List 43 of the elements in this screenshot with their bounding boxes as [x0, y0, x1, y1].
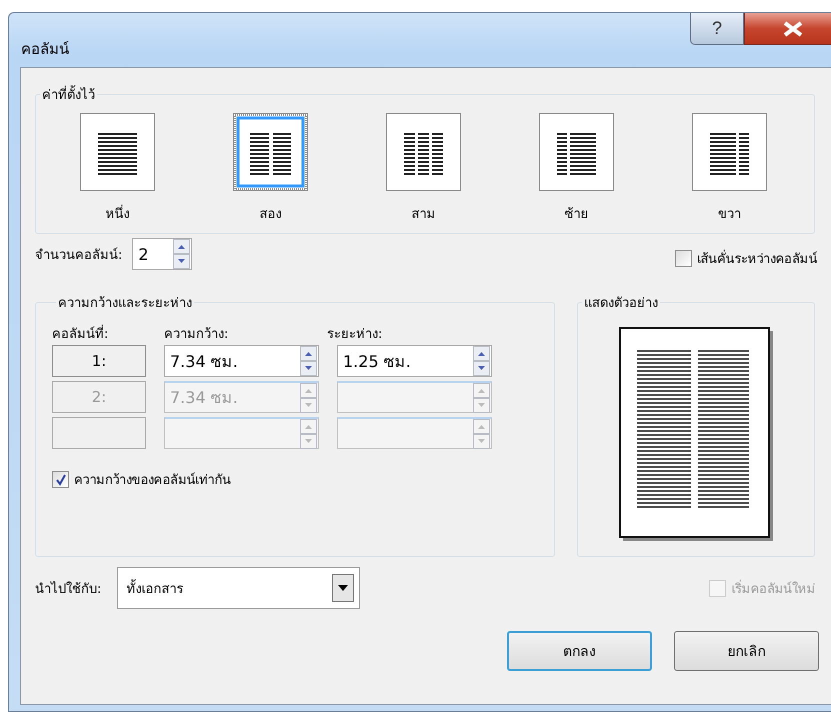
help-button[interactable]: ?: [690, 13, 744, 45]
preset-option[interactable]: สาม: [386, 113, 461, 224]
window-title: คอลัมน์: [21, 39, 69, 60]
equal-width-checkbox[interactable]: ความกว้างของคอลัมน์เท่ากัน: [52, 469, 554, 490]
spacing-spin-field[interactable]: 1.25 ซม.: [337, 345, 492, 377]
apply-to-dropdown[interactable]: ทั้งเอกสาร: [117, 567, 360, 609]
preset-label: สาม: [412, 206, 436, 224]
preset-label: ซ้าย: [564, 206, 588, 224]
preset-label: ขวา: [718, 206, 741, 224]
column-layout-icon: [386, 113, 461, 191]
width-spin-field[interactable]: 7.34 ซม.: [164, 345, 319, 377]
close-button[interactable]: [744, 13, 831, 45]
dialog-button[interactable]: ตกลง: [507, 631, 652, 671]
column-header: คอลัมน์ที่:: [52, 323, 164, 345]
field-label: จำนวนคอลัมน์:: [35, 246, 122, 264]
spinner-icon[interactable]: [300, 346, 317, 376]
preset-label: สอง: [260, 206, 282, 224]
column-layout-icon: [80, 113, 155, 191]
number-spin-field[interactable]: 2: [132, 238, 192, 270]
preset-option[interactable]: หนึ่ง: [80, 113, 155, 224]
checkbox-label: เส้นคั่นระหว่างคอลัมน์: [696, 248, 817, 269]
checkbox-label: เริ่มคอลัมน์ใหม่: [731, 578, 815, 598]
checkbox-label: ความกว้างของคอลัมน์เท่ากัน: [74, 472, 231, 490]
column-layout-icon: [692, 113, 767, 191]
preset-label: หนึ่ง: [106, 203, 130, 224]
line-between-checkbox[interactable]: เส้นคั่นระหว่างคอลัมน์: [674, 248, 817, 269]
column-number-box: 2:: [52, 381, 146, 413]
preset-option[interactable]: ซ้าย: [539, 113, 614, 224]
group-legend: แสดงตัวอย่าง: [582, 292, 660, 313]
column-layout-icon: [233, 113, 308, 191]
column-layout-icon: [539, 113, 614, 191]
column-header: ความกว้าง:: [164, 326, 230, 344]
column-header: ระยะห่าง:: [327, 326, 382, 344]
field-label: นำไปใช้กับ:: [35, 580, 102, 598]
preset-option[interactable]: สอง: [233, 113, 308, 224]
preset-option[interactable]: ขวา: [692, 113, 767, 224]
column-number-box: 1:: [52, 345, 146, 377]
group-legend: ความกว้างและระยะห่าง: [56, 292, 194, 313]
spinner-icon[interactable]: [473, 346, 490, 376]
close-icon: [782, 20, 804, 36]
spinner-icon[interactable]: [173, 239, 190, 269]
dialog-button[interactable]: ยกเลิก: [674, 631, 819, 671]
group-legend: ค่าที่ตั้งไว้: [40, 84, 97, 105]
